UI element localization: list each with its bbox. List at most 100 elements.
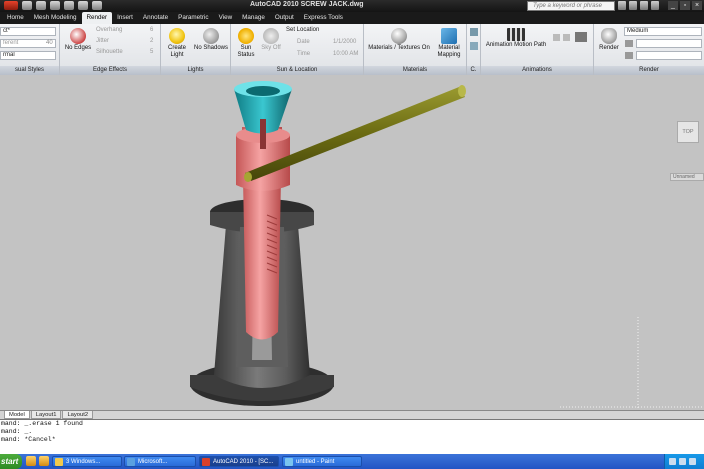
sky-off-button[interactable]: Sky Off [259, 28, 283, 52]
materials-title: Materials [364, 66, 466, 75]
taskbar-item[interactable]: Microsoft... [124, 456, 196, 467]
lights-panel: Create Light No Shadows Lights [161, 24, 231, 75]
material-mapping-button[interactable]: Material Mapping [434, 28, 464, 59]
taskbar: start 3 Windows... Microsoft... AutoCAD … [0, 454, 704, 469]
close-button[interactable]: × [692, 1, 702, 10]
tab-layout1[interactable]: Layout1 [30, 411, 62, 419]
play-icon[interactable] [553, 34, 560, 41]
new-icon[interactable] [22, 1, 32, 10]
named-view-dropdown[interactable]: Unnamed [670, 173, 704, 181]
date-label: Date [297, 39, 310, 45]
tab-home[interactable]: Home [2, 12, 29, 24]
overhang-label[interactable]: Overhang [96, 27, 122, 33]
render-environment-icon[interactable] [625, 40, 633, 47]
viewcube[interactable]: TOP [677, 121, 699, 143]
overhang-value: 6 [150, 27, 154, 33]
render-button[interactable]: Render [596, 28, 622, 52]
command-line[interactable]: mand: _.erase 1 found mand: _. mand: *Ca… [0, 419, 704, 454]
light-bulb-icon [169, 28, 185, 44]
silhouette-label[interactable]: Silhouette [96, 49, 123, 55]
window-title: AutoCAD 2010 SCREW JACK.dwg [250, 1, 364, 8]
render-quality-dropdown[interactable]: Medium [624, 27, 702, 36]
visual-styles-title: sual Styles [0, 66, 59, 75]
tab-output[interactable]: Output [270, 12, 299, 24]
tab-model[interactable]: Model [4, 411, 30, 419]
tab-insert[interactable]: Insert [112, 12, 138, 24]
drawing-viewport[interactable]: TOP Unnamed [0, 75, 704, 410]
minimize-button[interactable]: _ [668, 1, 678, 10]
materials-textures-button[interactable]: Materials / Textures On [366, 28, 432, 52]
render-setting-field[interactable] [636, 39, 702, 48]
taskbar-item-paint[interactable]: untitled - Paint [282, 456, 362, 467]
command-history-line: mand: _. [1, 428, 33, 435]
tab-express-tools[interactable]: Express Tools [299, 12, 348, 24]
sky-icon [263, 28, 279, 44]
search-icon[interactable] [618, 1, 626, 10]
layout-tabs: Model Layout1 Layout2 [0, 410, 704, 419]
jitter-value: 2 [150, 38, 154, 44]
sun-location-title: Sun & Location [231, 66, 363, 75]
time-value[interactable]: 10:00 AM [333, 51, 358, 57]
date-value[interactable]: 1/1/2000 [333, 39, 356, 45]
export-icon[interactable] [575, 32, 587, 42]
render-panel: Render Medium Render [594, 24, 704, 75]
restore-button[interactable]: ▫ [680, 1, 690, 10]
camera-icon[interactable] [470, 28, 478, 36]
redo-icon[interactable] [78, 1, 88, 10]
save-icon[interactable] [50, 1, 60, 10]
undo-icon[interactable] [64, 1, 74, 10]
render-output-field[interactable] [636, 51, 702, 60]
title-bar: AutoCAD 2010 SCREW JACK.dwg Type a keywo… [0, 0, 704, 12]
quick-launch [26, 456, 49, 466]
tab-annotate[interactable]: Annotate [138, 12, 173, 24]
tab-layout2[interactable]: Layout2 [62, 411, 94, 419]
search-input[interactable]: Type a keyword or phrase [527, 1, 615, 11]
environment-dropdown[interactable]: rmal [0, 51, 56, 60]
start-button[interactable]: start [0, 454, 22, 469]
paint-icon [285, 458, 293, 466]
no-edges-button[interactable]: No Edges [63, 28, 93, 52]
tray-icon[interactable] [689, 458, 696, 465]
sun-icon [238, 28, 254, 44]
center-pin [260, 119, 266, 149]
ribbon: ct* ferent 40 rmal sual Styles No Edges … [0, 24, 704, 75]
screw-jack-model [190, 81, 704, 408]
jitter-label[interactable]: Jitter [96, 38, 109, 44]
tab-view[interactable]: View [214, 12, 238, 24]
set-location-button[interactable]: Set Location [286, 27, 319, 33]
mapping-icon [441, 28, 457, 44]
camera-list-icon[interactable] [470, 42, 478, 50]
sun-status-button[interactable]: Sun Status [233, 28, 259, 59]
lights-title: Lights [161, 66, 230, 75]
quick-launch-icon[interactable] [39, 456, 49, 466]
favorites-icon[interactable] [640, 1, 648, 10]
system-tray [664, 454, 704, 469]
create-light-button[interactable]: Create Light [163, 28, 191, 59]
material-sphere-icon [391, 28, 407, 44]
render-window-icon[interactable] [625, 52, 633, 59]
ribbon-tabs: Home Mesh Modeling Render Insert Annotat… [0, 12, 704, 24]
tab-manage[interactable]: Manage [237, 12, 270, 24]
command-history-line: mand: _.erase 1 found [1, 420, 83, 427]
quick-launch-icon[interactable] [26, 456, 36, 466]
communication-center-icon[interactable] [629, 1, 637, 10]
quick-access-toolbar [4, 1, 102, 11]
visual-style-dropdown[interactable]: ct* [0, 27, 56, 36]
tab-mesh-modeling[interactable]: Mesh Modeling [29, 12, 82, 24]
help-icon[interactable] [651, 1, 659, 10]
render-title: Render [594, 66, 704, 75]
tray-icon[interactable] [679, 458, 686, 465]
plot-icon[interactable] [92, 1, 102, 10]
tab-render[interactable]: Render [81, 12, 113, 24]
taskbar-item-autocad[interactable]: AutoCAD 2010 - [SC... [199, 456, 279, 467]
application-menu-button[interactable] [4, 1, 18, 10]
no-shadows-button[interactable]: No Shadows [193, 28, 229, 52]
taskbar-item[interactable]: 3 Windows... [52, 456, 122, 467]
animations-panel: Animation Motion Path Animations [481, 24, 594, 75]
tab-parametric[interactable]: Parametric [173, 12, 213, 24]
animations-title: Animations [481, 66, 593, 75]
open-icon[interactable] [36, 1, 46, 10]
tray-icon[interactable] [669, 458, 676, 465]
animation-motion-path-button[interactable]: Animation Motion Path [483, 28, 549, 49]
record-icon[interactable] [563, 34, 570, 41]
